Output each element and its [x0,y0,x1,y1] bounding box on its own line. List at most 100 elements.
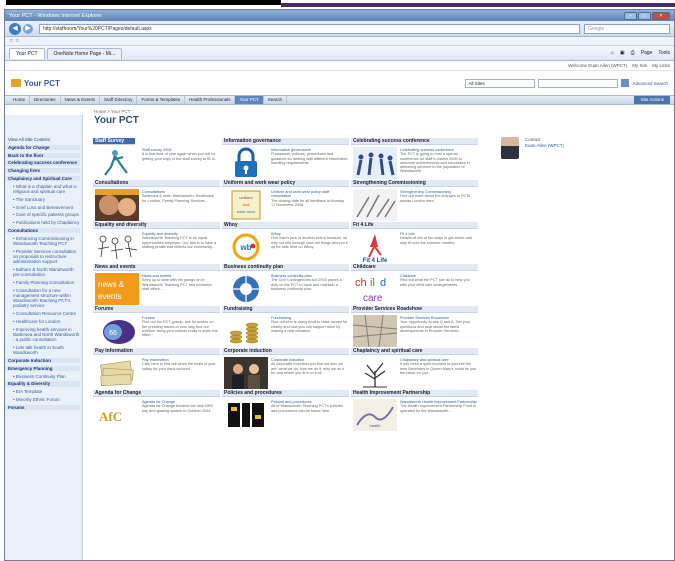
top-nav-item[interactable]: Health Professionals [185,96,236,104]
my-site-link[interactable]: My Site [632,63,647,68]
top-nav-item[interactable]: Your PCT [235,96,264,104]
tile-heading[interactable]: Uniform and work wear policy [222,180,349,187]
page-menu[interactable]: Page [641,50,653,56]
tile-heading[interactable]: Health Improvement Partnership [351,390,478,397]
tree-image[interactable] [353,357,397,389]
fit-image[interactable]: Fit 4 Life [353,231,397,264]
top-nav-item[interactable]: Home [9,96,31,104]
search-go-icon[interactable] [621,79,630,87]
address-field[interactable]: http://staffroom/Your%20PCT/Pages/defaul… [39,23,580,34]
browser-tab-your-pct[interactable]: Your PCT [9,47,45,59]
tile-heading[interactable]: News and events [93,264,220,271]
back-button[interactable]: ◀ [9,22,21,35]
policy-image[interactable] [224,399,268,431]
survey-image[interactable] [95,147,139,179]
quick-launch-heading[interactable]: Emergency Planning [5,365,80,371]
tile-link[interactable]: Uniform and work wear policy staff consu… [271,190,348,199]
quick-launch-link[interactable]: • Healthcare for London [8,319,80,324]
quick-launch-heading[interactable]: Equality & Diversity [5,381,80,387]
quick-launch-link[interactable]: • Improving health services in Battersea… [8,327,80,343]
site-actions-menu[interactable]: Site Actions [634,96,670,104]
search-scope-select[interactable]: All Sites [465,78,536,88]
tile-heading[interactable]: Staff Survey [93,138,135,145]
afc-image[interactable]: AfC [95,399,139,431]
faces-image[interactable] [95,189,139,221]
arrows-image[interactable] [353,189,397,221]
quick-launch-heading[interactable]: Changing lives [5,168,80,174]
quick-launch-heading[interactable]: Consultations [5,227,80,234]
quick-launch-link[interactable]: View All Site Content [8,137,80,142]
quick-launch-heading[interactable]: Corporate Induction [5,357,80,364]
quick-launch-link[interactable]: • Publications held by Chaplaincy [8,220,80,225]
tile-heading[interactable]: Provider Services Roadshow [351,306,478,313]
quick-launch-link[interactable]: • What is a chaplain and what is religio… [8,184,80,194]
staff-image[interactable] [224,357,268,389]
site-logo[interactable]: Your PCT [11,79,60,88]
quick-launch-heading[interactable]: Chaplaincy and Spiritual Care [5,175,80,182]
quick-launch-link[interactable]: • Consultation Resource Centre [8,311,80,316]
tile-heading[interactable]: Policies and procedures [222,390,349,397]
my-links-link[interactable]: My Links [652,63,670,68]
lock-image[interactable] [224,147,268,179]
money-image[interactable] [95,357,139,389]
forward-button[interactable]: ▶ [23,23,33,34]
browser-tab-onenote[interactable]: OneNote Home Page - Mi... [46,47,123,59]
tile-heading[interactable]: Pay Information [93,348,220,355]
tile-heading[interactable]: Fundraising [222,306,349,313]
favorites-star-icon[interactable]: ☆ ☆ [9,38,19,44]
welcome-menu[interactable]: Welcome Euan Allen (WPCT) [568,63,627,68]
minimize-button[interactable]: – [624,11,637,20]
sketch-image[interactable] [95,231,139,263]
top-nav-item[interactable]: Staff Directory [100,96,138,104]
feeds-icon[interactable]: ▣ [620,50,625,56]
quick-launch-heading[interactable]: Celebrating success conference [5,160,80,166]
top-nav-item[interactable]: News & Events [61,96,101,104]
childcare-image[interactable]: ch il d care [353,273,397,305]
close-button[interactable]: × [652,11,670,20]
coins-image[interactable] [224,315,268,347]
people-image[interactable] [353,147,397,179]
top-nav-item[interactable]: Search [264,96,288,104]
quick-launch-link[interactable]: • Minority Ethnic Forum [8,397,80,402]
forums-image[interactable]: 66 [95,315,139,347]
quick-launch-link[interactable]: • Enhancing Commissioning in Wandsworth … [8,236,80,246]
tile-heading[interactable]: Chaplaincy and spiritual care [351,348,478,355]
uniform-image[interactable]: uniform and work wear [224,189,268,221]
ring-image[interactable] [224,273,268,305]
browser-search-input[interactable]: Google [584,23,670,34]
quick-launch-link[interactable]: • EIA Template [8,389,80,394]
contact-name-link[interactable]: Euan Allen (WPCT) [525,143,564,149]
breadcrumb[interactable]: Home > Your PCT [94,109,130,114]
quick-launch-heading[interactable]: Back to the floor [5,152,80,158]
tile-heading[interactable]: Celebrating success conference [351,138,478,145]
hip-image[interactable]: health [353,399,397,431]
tile-heading[interactable]: Business continuity plan [222,264,349,271]
tools-menu[interactable]: Tools [658,50,670,56]
quick-launch-link[interactable]: • Consultation for a new management stru… [8,288,80,309]
tile-heading[interactable]: Childcare [351,264,478,271]
tile-heading[interactable]: Strengthening Commissioning [351,180,478,187]
print-icon[interactable]: ⎙ [631,50,635,56]
tile-heading[interactable]: Consultations [93,180,220,187]
tile-heading[interactable]: Equality and diversity [93,222,220,229]
quick-launch-heading[interactable]: Forums [5,404,80,410]
top-nav-item[interactable]: Forms & Templates [137,96,186,104]
tile-heading[interactable]: Information governance [222,138,349,145]
quick-launch-link[interactable]: • Lets talk health in South Wandsworth [8,345,80,355]
map-image[interactable] [352,314,398,348]
quick-launch-link[interactable]: • The Sanctuary [8,197,80,202]
quick-launch-link[interactable]: • Business Continuity Plan [8,374,80,379]
site-search-input[interactable] [538,78,619,88]
quick-launch-link[interactable]: • Care of specific patients groups [8,212,80,217]
quick-launch-heading[interactable]: Agenda for Change [5,144,80,150]
quick-launch-link[interactable]: • Balham & North Wandsworth pre-consulta… [8,267,80,277]
home-icon[interactable]: ⌂ [611,50,614,56]
quick-launch-link[interactable]: • Provider Services consultation on prop… [8,249,80,265]
advanced-search-link[interactable]: Advanced Search [632,81,668,86]
quick-launch-link[interactable]: • Family Planning Consultation [8,280,80,285]
top-nav-item[interactable]: Directories [30,96,61,104]
maximize-button[interactable]: □ [638,11,651,20]
tile-heading[interactable]: Agenda for Change [93,390,220,397]
wboy-image[interactable]: wb [224,231,268,263]
tile-heading[interactable]: Corporate induction [222,348,349,355]
